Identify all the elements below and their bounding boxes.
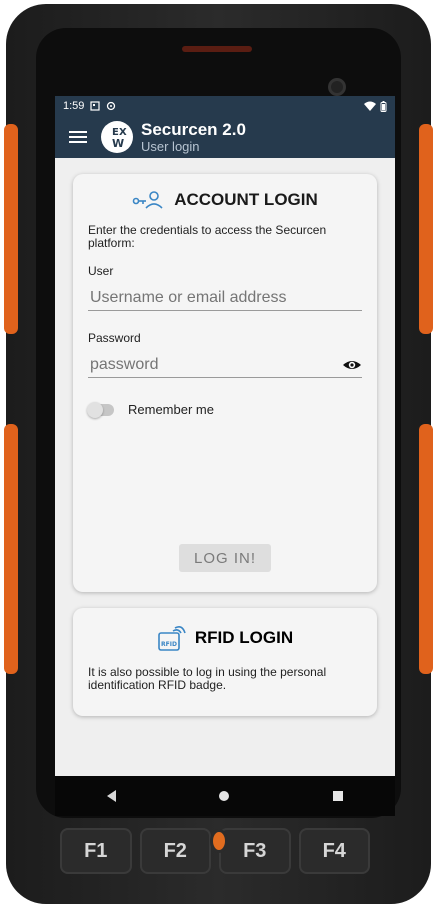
remember-me-label: Remember me	[128, 402, 214, 417]
main-content: ACCOUNT LOGIN Enter the credentials to a…	[55, 158, 395, 716]
exw-logo-icon: E X W	[112, 127, 127, 150]
user-input[interactable]	[88, 288, 342, 308]
right-bumper	[419, 124, 433, 334]
notification-icon	[90, 101, 101, 111]
rfid-card-icon: RFID	[158, 626, 186, 651]
app-subtitle: User login	[141, 138, 200, 154]
remember-me-toggle[interactable]	[87, 401, 114, 418]
svg-text:W: W	[112, 137, 124, 150]
back-icon[interactable]	[106, 790, 116, 802]
account-login-card: ACCOUNT LOGIN Enter the credentials to a…	[73, 174, 377, 592]
f2-key[interactable]: F2	[139, 828, 211, 874]
rfid-login-header: RFID RFID LOGIN	[88, 624, 362, 652]
status-right	[364, 100, 387, 112]
status-time: 1:59	[63, 100, 85, 112]
rfid-icon-text: RFID	[161, 641, 177, 648]
recent-apps-icon[interactable]	[333, 791, 344, 801]
account-login-description: Enter the credentials to access the Secu…	[88, 223, 327, 250]
remember-me-row: Remember me	[87, 401, 362, 418]
phone-screen: 1:59 E X W Securcen 2.0 User login ACCOU…	[55, 96, 395, 776]
left-bumper	[4, 424, 18, 674]
user-field-wrapper	[88, 286, 362, 311]
password-label: Password	[88, 331, 141, 345]
home-icon[interactable]	[219, 791, 230, 801]
rfid-login-card: RFID RFID LOGIN It is also possible to l…	[73, 608, 377, 716]
app-bar: E X W Securcen 2.0 User login	[55, 116, 395, 158]
account-login-header: ACCOUNT LOGIN	[88, 190, 362, 210]
status-left: 1:59	[63, 100, 116, 112]
menu-icon[interactable]	[69, 128, 87, 146]
user-label: User	[88, 264, 114, 278]
right-bumper	[419, 424, 433, 674]
status-bar: 1:59	[55, 96, 395, 116]
wifi-icon	[364, 101, 376, 111]
account-key-icon	[132, 191, 163, 209]
rfid-login-description: It is also possible to log in using the …	[88, 665, 327, 692]
left-bumper	[4, 124, 18, 334]
f4-key[interactable]: F4	[298, 828, 370, 874]
app-title: Securcen 2.0	[141, 119, 246, 139]
account-login-title: ACCOUNT LOGIN	[174, 190, 318, 209]
battery-icon	[380, 100, 387, 112]
password-field-wrapper	[88, 353, 362, 378]
earpiece-speaker	[182, 46, 252, 52]
show-password-eye-icon[interactable]	[342, 355, 362, 375]
front-camera	[328, 78, 346, 96]
f1-key[interactable]: F1	[60, 828, 132, 874]
f3-key[interactable]: F3	[219, 828, 291, 874]
rfid-login-title: RFID LOGIN	[194, 628, 294, 647]
scan-key[interactable]	[213, 832, 225, 850]
app-title-block: Securcen 2.0 User login	[141, 119, 246, 154]
app-logo: E X W	[101, 121, 133, 153]
login-button[interactable]: LOG IN!	[179, 544, 271, 572]
android-nav-bar	[55, 776, 395, 816]
password-input[interactable]	[88, 355, 342, 375]
login-button-wrapper: LOG IN!	[73, 544, 377, 572]
sync-icon	[107, 101, 116, 111]
